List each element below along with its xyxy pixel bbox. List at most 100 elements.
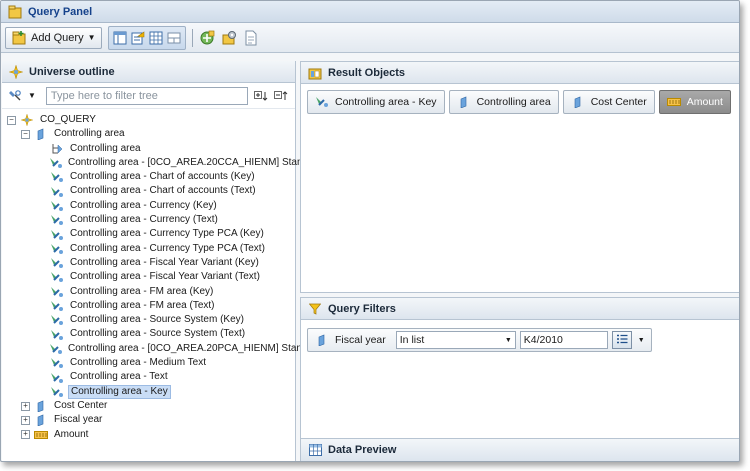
tree-item-label: Controlling area - Chart of accounts (Te… — [70, 185, 256, 197]
filter-pane-icon[interactable] — [130, 30, 146, 46]
result-object-amount[interactable]: Amount — [658, 90, 731, 114]
tree-item[interactable]: Controlling area - FM area (Text) — [2, 299, 295, 313]
value-options-chevron-icon[interactable]: ▼ — [636, 337, 647, 344]
tree-item-label: Controlling area - FM area (Text) — [70, 299, 215, 311]
tree-item[interactable]: Controlling area - Medium Text — [2, 356, 295, 370]
tree-item-label: Controlling area - Currency Type PCA (Te… — [70, 242, 265, 254]
tree-item-label: Controlling area — [70, 142, 141, 154]
universe-tree: − CO_QUERY − Controlling area Controllin… — [2, 109, 316, 442]
filter-condition-row: Fiscal year In list ▼ K4/2010 ▼ — [301, 320, 739, 360]
query-panel-icon — [7, 4, 23, 20]
collapse-toggle-icon[interactable]: − — [7, 115, 16, 125]
measure-icon — [33, 427, 49, 443]
tree-item[interactable]: Controlling area - Text — [2, 370, 295, 384]
title-bar: Query Panel — [1, 1, 739, 23]
tree-item[interactable]: Controlling area - Chart of accounts (Te… — [2, 184, 295, 198]
tree-root-co-query[interactable]: − CO_QUERY — [2, 113, 295, 127]
dimension-icon — [456, 94, 472, 110]
tree-item[interactable]: Controlling area - Currency (Text) — [2, 213, 295, 227]
tree-item-label: Controlling area - Medium Text — [70, 357, 206, 369]
data-preview-title: Data Preview — [328, 444, 397, 456]
tree-item[interactable]: Controlling area — [2, 142, 295, 156]
filter-operator-value: In list — [399, 334, 425, 346]
universe-outline-panel: Universe outline ▼ − CO_QUERY — [2, 61, 316, 461]
add-query-icon — [11, 30, 27, 46]
add-query-label: Add Query — [31, 31, 84, 44]
tree-item[interactable]: Controlling area - Source System (Text) — [2, 327, 295, 341]
collapse-toggle-icon[interactable]: − — [21, 129, 30, 139]
tree-folder-controlling-area[interactable]: − Controlling area — [2, 127, 295, 141]
value-list-button[interactable] — [611, 331, 632, 349]
tree-options-icon[interactable] — [8, 88, 24, 104]
tree-item[interactable]: Controlling area - Chart of accounts (Ke… — [2, 170, 295, 184]
result-object-cost-center[interactable]: Cost Center — [562, 90, 655, 114]
right-panels: Result Objects Controlling area - Key Co… — [300, 61, 739, 461]
tree-item[interactable]: Controlling area - Currency (Key) — [2, 199, 295, 213]
tree-folder-label: Fiscal year — [54, 414, 103, 426]
filter-field-label: Fiscal year — [335, 334, 386, 346]
expand-toggle-icon[interactable]: + — [21, 401, 30, 411]
tree-item[interactable]: Controlling area - Key — [2, 384, 295, 400]
tree-item-label: Controlling area - Fiscal Year Variant (… — [70, 256, 259, 268]
result-objects-header: Result Objects — [301, 62, 739, 84]
detail-object-icon — [49, 384, 65, 400]
tree-item-label: Controlling area - Key — [68, 384, 171, 399]
expand-toggle-icon[interactable]: + — [21, 430, 30, 440]
tree-item[interactable]: Controlling area - Currency Type PCA (Ke… — [2, 227, 295, 241]
expand-toggle-icon[interactable]: + — [21, 415, 30, 425]
data-preview-icon[interactable] — [148, 30, 164, 46]
combine-queries-icon[interactable] — [199, 30, 215, 46]
toolbar-separator — [191, 28, 193, 47]
tree-item-label: Controlling area - Currency (Text) — [70, 214, 218, 226]
tree-folder-cost-center[interactable]: + Cost Center — [2, 399, 295, 413]
tree-item[interactable]: Controlling area - [0CO_AREA.20PCA_HIENM… — [2, 342, 316, 356]
query-filters-panel[interactable]: Query Filters Fiscal year In list ▼ K4/2… — [300, 297, 739, 450]
query-panel-window: Query Panel Add Query ▼ Universe outline… — [0, 0, 740, 462]
detail-object-icon — [314, 94, 330, 110]
tree-filter-input[interactable] — [45, 86, 248, 105]
filter-operator-select[interactable]: In list ▼ — [395, 331, 516, 349]
filter-field-chip[interactable]: Fiscal year — [312, 328, 392, 352]
result-object-controlling-area-key[interactable]: Controlling area - Key — [307, 90, 445, 114]
list-icon — [616, 334, 628, 347]
tree-folder-fiscal-year[interactable]: + Fiscal year — [2, 413, 295, 427]
data-preview-header: Data Preview — [301, 439, 739, 461]
tree-item[interactable]: Controlling area - Currency Type PCA (Te… — [2, 242, 295, 256]
query-properties-icon[interactable] — [221, 30, 237, 46]
tree-item-label: Controlling area - Text — [70, 371, 168, 383]
filter-condition[interactable]: Fiscal year In list ▼ K4/2010 ▼ — [307, 328, 652, 352]
measure-icon — [666, 94, 682, 110]
tree-item-label: Controlling area - Currency (Key) — [70, 199, 217, 211]
universe-outline-header: Universe outline — [2, 61, 295, 83]
result-object-controlling-area[interactable]: Controlling area — [448, 90, 559, 114]
dimension-icon — [570, 94, 586, 110]
tree-item-label: Controlling area - Chart of accounts (Ke… — [70, 171, 255, 183]
tree-item[interactable]: Controlling area - Fiscal Year Variant (… — [2, 270, 295, 284]
expand-all-icon[interactable] — [253, 88, 270, 104]
add-query-button[interactable]: Add Query ▼ — [5, 26, 102, 49]
result-objects-panel[interactable]: Result Objects Controlling area - Key Co… — [300, 61, 739, 293]
result-object-label: Cost Center — [590, 96, 647, 108]
data-preview-panel[interactable]: Data Preview — [300, 438, 739, 461]
query-filters-title: Query Filters — [328, 302, 396, 315]
tree-item-label: Controlling area - Source System (Key) — [70, 314, 244, 326]
tree-folder-label: Controlling area — [54, 128, 125, 140]
tree-item[interactable]: Controlling area - Fiscal Year Variant (… — [2, 256, 295, 270]
tree-item[interactable]: Controlling area - [0CO_AREA.20CCA_HIENM… — [2, 156, 314, 170]
tree-item[interactable]: Controlling area - Source System (Key) — [2, 313, 295, 327]
outline-view-icon[interactable] — [112, 30, 128, 46]
funnel-icon — [307, 301, 323, 317]
table-icon — [307, 442, 323, 458]
tree-item[interactable]: Controlling area - FM area (Key) — [2, 285, 295, 299]
window-title: Query Panel — [28, 5, 93, 18]
universe-outline-title: Universe outline — [29, 65, 115, 78]
combined-view-icon[interactable] — [166, 30, 182, 46]
tree-measure-amount[interactable]: + Amount — [2, 428, 295, 442]
result-objects-list: Controlling area - Key Controlling area … — [301, 84, 739, 120]
view-script-icon[interactable] — [243, 30, 259, 46]
chevron-down-icon: ▼ — [87, 33, 96, 42]
filter-value-input[interactable]: K4/2010 — [519, 331, 608, 349]
collapse-all-icon[interactable] — [273, 88, 290, 104]
tree-options-chevron-icon[interactable]: ▼ — [28, 91, 36, 100]
result-objects-icon — [307, 65, 323, 81]
